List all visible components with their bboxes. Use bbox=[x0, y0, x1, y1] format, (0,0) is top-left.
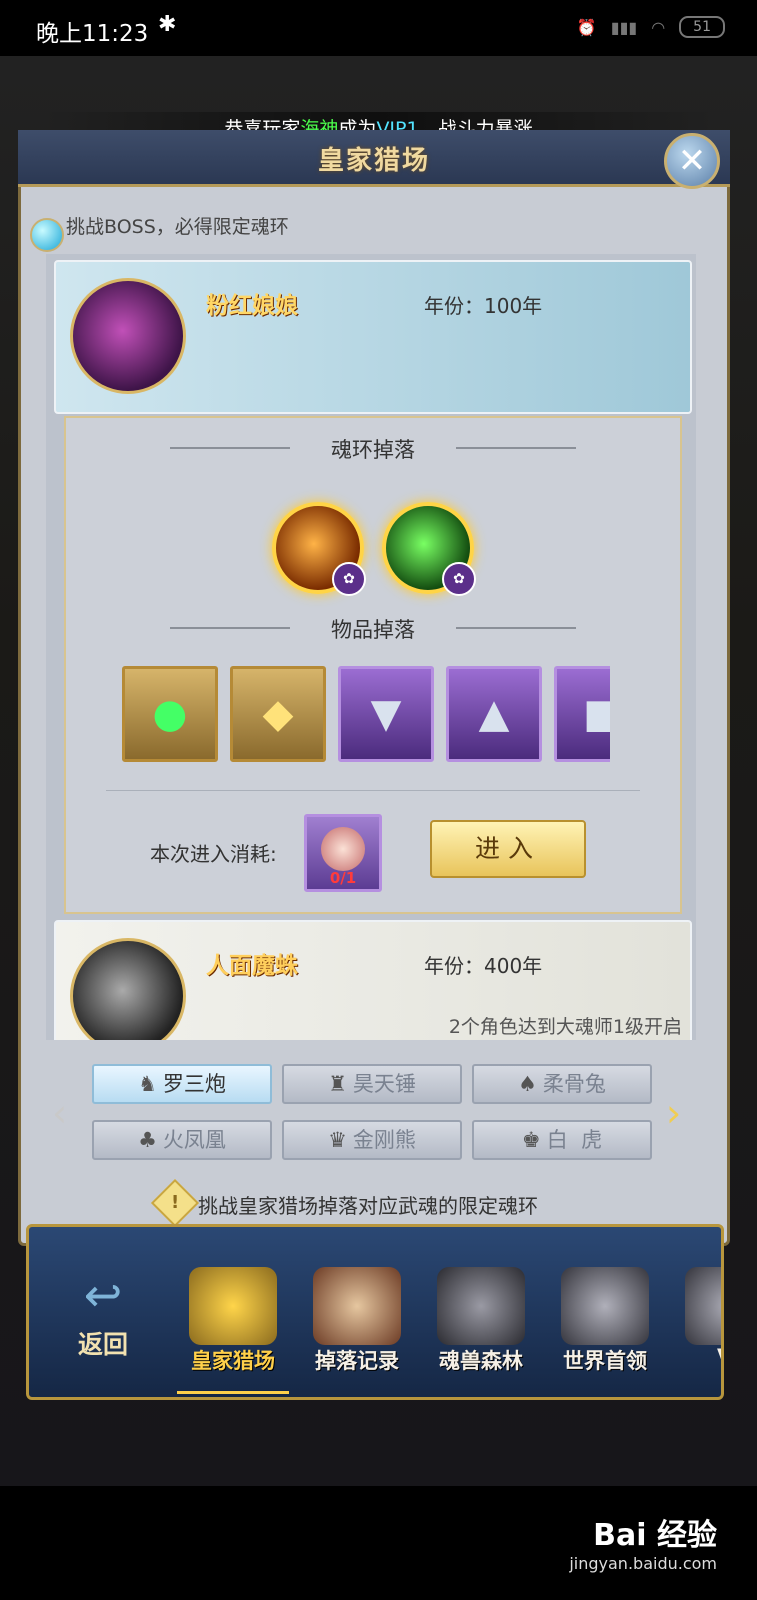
boss-unlock-text: 2个角色达到大魂师1级开启 bbox=[448, 1016, 682, 1038]
bluetooth-icon: ✱ bbox=[158, 12, 177, 37]
battery-icon: 51 bbox=[679, 16, 725, 38]
tip-text: 挑战皇家猎场掉落对应武魂的限定魂环 bbox=[198, 1194, 538, 1218]
nav-tab-label: 掉落记录 bbox=[315, 1349, 399, 1373]
grass-soul-ring-icon[interactable]: ✿ bbox=[382, 502, 476, 596]
phoenix-icon: ♣ bbox=[138, 1128, 157, 1152]
royal-hunt-icon bbox=[189, 1267, 277, 1345]
tab-label: 柔骨兔 bbox=[542, 1072, 606, 1096]
watermark: Bai 经验 jingyan.baidu.com bbox=[569, 1510, 717, 1573]
tab-huofenghuang[interactable]: ♣ 火凤凰 bbox=[92, 1120, 272, 1160]
boss-detail-panel: 魂环掉落 ✿ ✿ 物品掉落 ● ◆ ▼ ▲ ■ 本次进入消耗: 0/1 进入 bbox=[64, 416, 682, 914]
tab-label: 金刚熊 bbox=[352, 1128, 416, 1152]
close-button[interactable]: ✕ bbox=[664, 133, 720, 189]
tab-label: 白 虎 bbox=[546, 1128, 603, 1152]
clown-ticket-icon[interactable]: 0/1 bbox=[304, 814, 382, 892]
armor-helmet-icon[interactable]: ▲ bbox=[446, 666, 542, 762]
boss-year: 年份：400年 bbox=[424, 954, 543, 978]
clown-face-icon bbox=[321, 827, 365, 871]
panel-title: 皇家猎场 bbox=[317, 146, 430, 176]
nav-tab-world-boss[interactable]: 世界首领 bbox=[549, 1267, 661, 1391]
boss-card-pink[interactable]: 粉红娘娘 年份：100年 bbox=[54, 260, 692, 414]
nav-tab-label: 皇家猎场 bbox=[191, 1349, 275, 1373]
tab-label: 昊天锤 bbox=[352, 1072, 416, 1096]
tab-rougutu[interactable]: ♠ 柔骨兔 bbox=[472, 1064, 652, 1104]
beast-forest-icon bbox=[437, 1267, 525, 1345]
nav-tab-label: 魂兽森林 bbox=[439, 1349, 523, 1373]
rabbit-badge-icon: ✿ bbox=[332, 562, 366, 596]
tab-jingangxiong[interactable]: ♛ 金刚熊 bbox=[282, 1120, 462, 1160]
rabbit-badge-icon: ✿ bbox=[442, 562, 476, 596]
tab-baihu[interactable]: ♚ 白 虎 bbox=[472, 1120, 652, 1160]
boss-portrait-icon bbox=[70, 278, 186, 394]
nav-tab-vip[interactable]: VI bbox=[673, 1267, 721, 1391]
boss-name: 粉红娘娘 bbox=[206, 293, 298, 319]
wifi-icon: ◠ bbox=[651, 17, 666, 37]
cost-label: 本次进入消耗: bbox=[150, 842, 277, 866]
status-time: 晚上11:23 bbox=[36, 21, 149, 47]
watermark-site: jingyan.baidu.com bbox=[569, 1554, 717, 1573]
back-arrow-icon: ↩ bbox=[83, 1268, 123, 1322]
boss-name: 人面魔蛛 bbox=[206, 953, 298, 979]
boss-list[interactable]: 粉红娘娘 年份：100年 魂环掉落 ✿ ✿ 物品掉落 ● ◆ ▼ ▲ ■ 本次进… bbox=[46, 254, 696, 1040]
nav-tab-drop-record[interactable]: 掉落记录 bbox=[301, 1267, 413, 1391]
nav-tab-label: VI bbox=[673, 1345, 721, 1369]
rabbit-icon: ♠ bbox=[518, 1072, 537, 1096]
armor-boots-icon[interactable]: ▼ bbox=[338, 666, 434, 762]
tiger-icon: ♚ bbox=[521, 1128, 541, 1152]
item-drop-title: 物品掉落 bbox=[66, 614, 680, 644]
panel-subtitle: 挑战BOSS，必得限定魂环 bbox=[66, 216, 289, 238]
enter-button[interactable]: 进入 bbox=[430, 820, 586, 878]
bottom-nav: ↩ 返回 皇家猎场 掉落记录 魂兽森林 世界首领 VI bbox=[26, 1224, 724, 1400]
luosanpao-icon: ♞ bbox=[138, 1072, 157, 1096]
next-arrow-icon[interactable]: › bbox=[666, 1094, 681, 1132]
world-boss-icon bbox=[561, 1267, 649, 1345]
tab-haotianchui[interactable]: ♜ 昊天锤 bbox=[282, 1064, 462, 1104]
back-label: 返回 bbox=[77, 1330, 128, 1359]
tab-label: 罗三炮 bbox=[162, 1072, 226, 1096]
boss-portrait-icon bbox=[70, 938, 186, 1040]
gem-ornament-icon bbox=[30, 218, 64, 252]
boss-year: 年份：100年 bbox=[424, 294, 543, 318]
drop-record-book-icon bbox=[313, 1267, 401, 1345]
watermark-brand: Bai 经验 bbox=[593, 1518, 717, 1553]
soul-ring-drop-title: 魂环掉落 bbox=[66, 434, 680, 464]
alarm-icon: ⏰ bbox=[576, 17, 597, 37]
fire-soul-ring-icon[interactable]: ✿ bbox=[272, 502, 366, 596]
boss-card-spider[interactable]: 人面魔蛛 年份：400年 2个角色达到大魂师1级开启 bbox=[54, 920, 692, 1040]
green-orb-icon[interactable]: ● bbox=[122, 666, 218, 762]
status-bar: 晚上11:23 ✱ ⏰ ▮▮▮ ◠ 51 bbox=[0, 0, 757, 56]
nav-tab-label: 世界首领 bbox=[563, 1349, 647, 1373]
armor-chest-icon[interactable]: ■ bbox=[554, 666, 610, 762]
item-drop-list[interactable]: ● ◆ ▼ ▲ ■ bbox=[122, 666, 610, 762]
panel-header: 皇家猎场 bbox=[18, 130, 730, 187]
status-icons: ⏰ ▮▮▮ ◠ 51 bbox=[577, 16, 725, 38]
nav-tab-beast-forest[interactable]: 魂兽森林 bbox=[425, 1267, 537, 1391]
prev-arrow-icon[interactable]: ‹ bbox=[52, 1094, 67, 1132]
vip-icon bbox=[685, 1267, 721, 1345]
haotianchui-icon: ♜ bbox=[328, 1072, 347, 1096]
gold-crystal-icon[interactable]: ◆ bbox=[230, 666, 326, 762]
tab-luosanpao[interactable]: ♞ 罗三炮 bbox=[92, 1064, 272, 1104]
bear-icon: ♛ bbox=[328, 1128, 347, 1152]
nav-tab-royal-hunt[interactable]: 皇家猎场 bbox=[177, 1267, 289, 1394]
cost-count: 0/1 bbox=[329, 869, 357, 887]
signal-icon: ▮▮▮ bbox=[610, 17, 638, 37]
tab-label: 火凤凰 bbox=[162, 1128, 226, 1152]
divider bbox=[106, 790, 640, 791]
back-button[interactable]: ↩ 返回 bbox=[53, 1265, 153, 1375]
